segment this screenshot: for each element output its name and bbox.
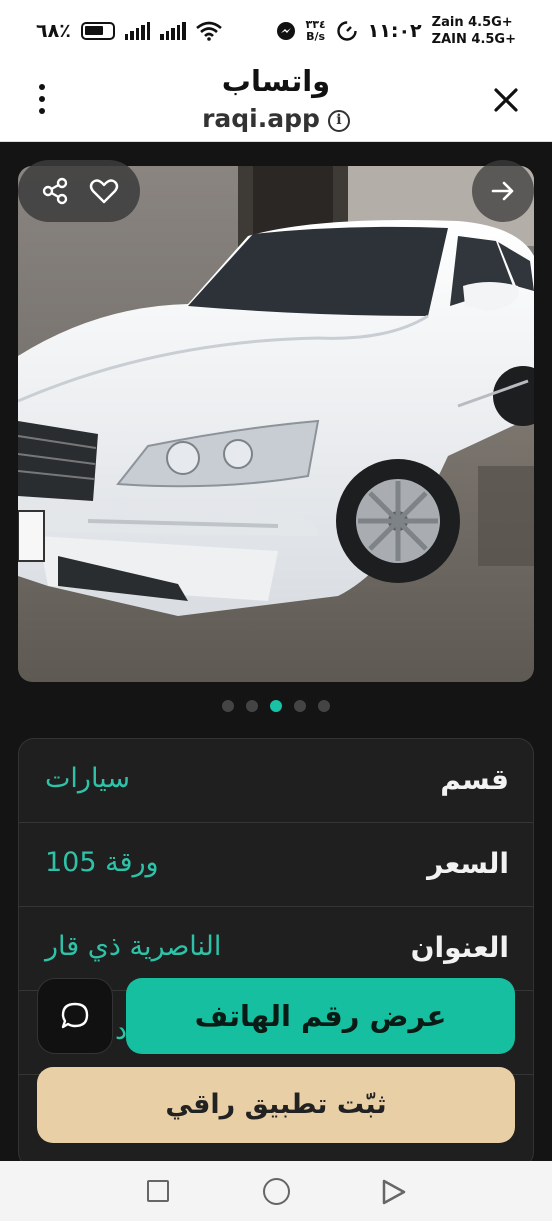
status-right: ٣٣٤ B/s ١١:٠٢ Zain 4.5G+ ZAIN 4.5G+	[276, 14, 516, 48]
row-label: قسم	[440, 763, 509, 796]
row-label: السعر	[427, 847, 509, 880]
arrow-right-icon	[491, 181, 514, 201]
messenger-icon	[276, 22, 295, 40]
back-icon[interactable]	[381, 1178, 407, 1206]
gallery-dot-active[interactable]	[270, 700, 282, 712]
network-speed: ٣٣٤ B/s	[306, 19, 326, 43]
battery-percent: ٦٨٪	[36, 20, 71, 42]
wifi-icon	[195, 21, 222, 41]
data-saver-icon	[336, 21, 357, 41]
row-label: العنوان	[410, 931, 509, 964]
status-bar: ٦٨٪ ٣٣٤ B/s ١١:٠٢ Zain 4.5G+ ZAIN 4.5G+	[0, 0, 552, 62]
photo-actions	[18, 160, 140, 222]
home-icon[interactable]	[263, 1178, 290, 1205]
gallery-dot[interactable]	[222, 700, 234, 712]
install-app-button[interactable]: ثبّت تطبيق راقي	[37, 1067, 515, 1143]
page-title: واتساب	[221, 64, 331, 98]
signal-icon	[124, 22, 151, 40]
chat-button[interactable]	[37, 978, 113, 1054]
gallery-dot[interactable]	[294, 700, 306, 712]
recents-icon[interactable]	[147, 1180, 169, 1202]
browser-header: واتساب raqi.app i	[0, 62, 552, 142]
url-row[interactable]: raqi.app i	[0, 104, 552, 133]
detail-row-price: السعر 105 ورقة	[19, 823, 533, 907]
status-left: ٦٨٪	[36, 20, 222, 42]
speed-unit: B/s	[306, 30, 326, 43]
heart-icon[interactable]	[89, 176, 119, 206]
close-icon[interactable]	[490, 84, 522, 116]
gallery-indicator	[0, 700, 552, 712]
site-url: raqi.app	[202, 104, 320, 133]
row-value[interactable]: سيارات	[45, 763, 130, 794]
car-image	[18, 166, 534, 682]
carrier-line-2: ZAIN 4.5G+	[431, 32, 516, 47]
listing-photo[interactable]	[18, 166, 534, 682]
carrier-line-1: Zain 4.5G+	[431, 15, 513, 30]
share-icon[interactable]	[40, 176, 70, 206]
chat-bubble-icon	[61, 1002, 89, 1029]
signal-icon-2	[160, 22, 186, 40]
carrier-info: Zain 4.5G+ ZAIN 4.5G+	[432, 14, 516, 48]
detail-row-category: قسم سيارات	[19, 739, 533, 823]
battery-icon	[80, 22, 115, 40]
clock: ١١:٠٢	[367, 20, 422, 42]
next-image-button[interactable]	[472, 160, 534, 222]
row-value: الناصرية ذي قار	[45, 931, 222, 962]
system-nav-bar	[0, 1161, 552, 1221]
info-icon[interactable]: i	[327, 110, 350, 132]
gallery-dot[interactable]	[246, 700, 258, 712]
show-phone-button[interactable]: عرض رقم الهاتف	[126, 978, 515, 1054]
gallery-dot[interactable]	[318, 700, 330, 712]
row-value: 105 ورقة	[45, 847, 159, 878]
